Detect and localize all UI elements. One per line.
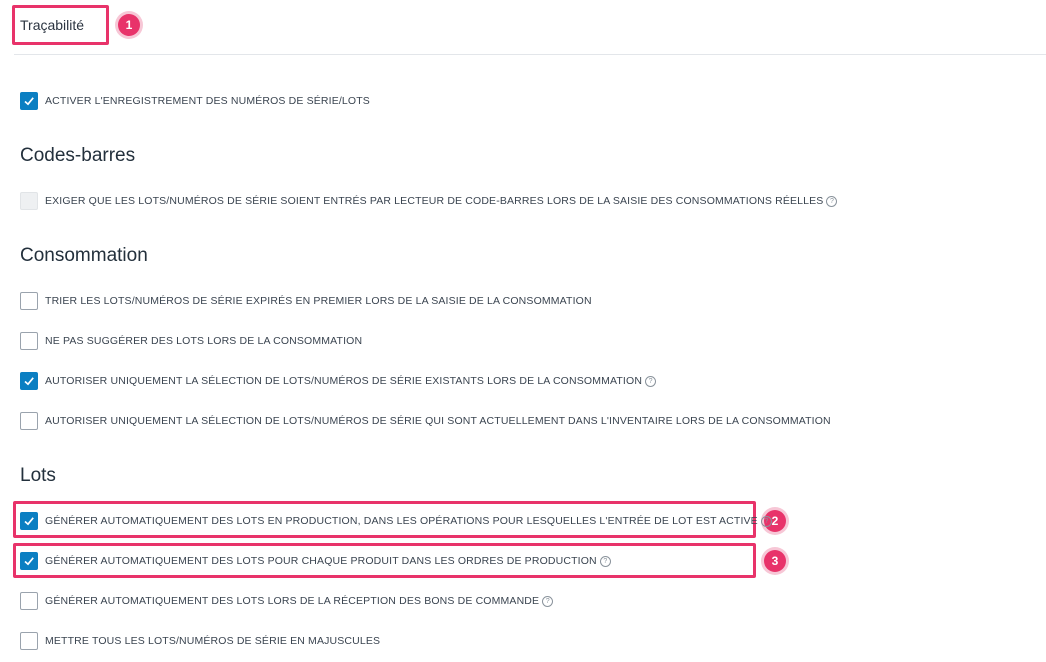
annotation-box-1 bbox=[12, 5, 109, 45]
help-icon[interactable]: ? bbox=[599, 555, 611, 567]
option-enable-serial-lots[interactable]: ACTIVER L'ENREGISTREMENT DES NUMÉROS DE … bbox=[20, 91, 370, 111]
help-icon[interactable]: ? bbox=[542, 595, 554, 607]
checkbox[interactable] bbox=[20, 592, 38, 610]
option-label: ACTIVER L'ENREGISTREMENT DES NUMÉROS DE … bbox=[45, 95, 370, 107]
help-icon[interactable]: ? bbox=[826, 195, 838, 207]
option-uppercase-lots[interactable]: METTRE TOUS LES LOTS/NUMÉROS DE SÉRIE EN… bbox=[20, 631, 380, 651]
option-autogen-lots-production[interactable]: GÉNÉRER AUTOMATIQUEMENT DES LOTS EN PROD… bbox=[20, 511, 772, 531]
section-title-barcodes: Codes-barres bbox=[20, 145, 136, 166]
option-require-barcode-scanner[interactable]: EXIGER QUE LES LOTS/NUMÉROS DE SÉRIE SOI… bbox=[20, 191, 838, 211]
option-label: GÉNÉRER AUTOMATIQUEMENT DES LOTS LORS DE… bbox=[45, 595, 540, 607]
checkmark-icon bbox=[24, 97, 34, 106]
divider bbox=[14, 54, 1046, 55]
checkbox[interactable] bbox=[20, 372, 38, 390]
section-title-lots: Lots bbox=[20, 465, 56, 486]
option-label: TRIER LES LOTS/NUMÉROS DE SÉRIE EXPIRÉS … bbox=[45, 295, 592, 307]
annotation-badge-1: 1 bbox=[118, 14, 140, 36]
option-autogen-lots-per-product[interactable]: GÉNÉRER AUTOMATIQUEMENT DES LOTS POUR CH… bbox=[20, 551, 611, 571]
checkmark-icon bbox=[24, 517, 34, 526]
checkbox[interactable] bbox=[20, 92, 38, 110]
checkmark-icon bbox=[24, 557, 34, 566]
option-sort-expired-first[interactable]: TRIER LES LOTS/NUMÉROS DE SÉRIE EXPIRÉS … bbox=[20, 291, 592, 311]
checkbox[interactable] bbox=[20, 632, 38, 650]
annotation-badge-3: 3 bbox=[764, 550, 786, 572]
option-label: GÉNÉRER AUTOMATIQUEMENT DES LOTS POUR CH… bbox=[45, 555, 597, 567]
option-label: METTRE TOUS LES LOTS/NUMÉROS DE SÉRIE EN… bbox=[45, 635, 381, 647]
checkmark-icon bbox=[24, 377, 34, 386]
checkbox[interactable] bbox=[20, 332, 38, 350]
option-label: NE PAS SUGGÉRER DES LOTS LORS DE LA CONS… bbox=[45, 335, 363, 347]
option-label: EXIGER QUE LES LOTS/NUMÉROS DE SÉRIE SOI… bbox=[45, 195, 824, 207]
checkbox[interactable] bbox=[20, 512, 38, 530]
option-allow-existing-only[interactable]: AUTORISER UNIQUEMENT LA SÉLECTION DE LOT… bbox=[20, 371, 657, 391]
option-label: AUTORISER UNIQUEMENT LA SÉLECTION DE LOT… bbox=[45, 415, 831, 427]
help-icon[interactable]: ? bbox=[645, 375, 657, 387]
option-autogen-lots-purchase-orders[interactable]: GÉNÉRER AUTOMATIQUEMENT DES LOTS LORS DE… bbox=[20, 591, 554, 611]
checkbox[interactable] bbox=[20, 412, 38, 430]
help-icon[interactable]: ? bbox=[760, 515, 772, 527]
option-label: GÉNÉRER AUTOMATIQUEMENT DES LOTS EN PROD… bbox=[45, 515, 758, 527]
option-allow-in-inventory-only[interactable]: AUTORISER UNIQUEMENT LA SÉLECTION DE LOT… bbox=[20, 411, 831, 431]
checkbox[interactable] bbox=[20, 552, 38, 570]
option-do-not-suggest-lots[interactable]: NE PAS SUGGÉRER DES LOTS LORS DE LA CONS… bbox=[20, 331, 362, 351]
checkbox[interactable] bbox=[20, 192, 38, 210]
checkbox[interactable] bbox=[20, 292, 38, 310]
section-title-consumption: Consommation bbox=[20, 245, 148, 266]
option-label: AUTORISER UNIQUEMENT LA SÉLECTION DE LOT… bbox=[45, 375, 643, 387]
